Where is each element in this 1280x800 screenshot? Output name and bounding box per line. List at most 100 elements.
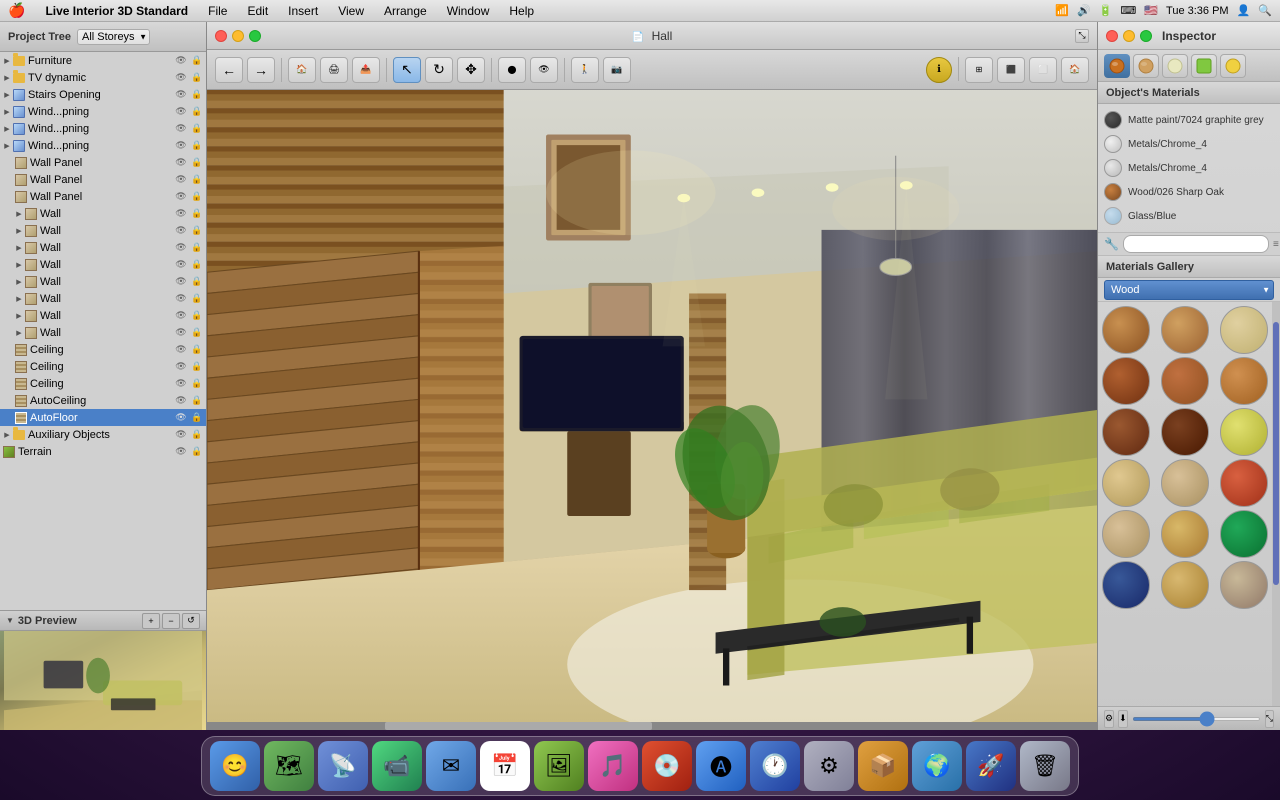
zoom-out-button[interactable]: −	[162, 613, 180, 629]
eye-action-icon[interactable]: 👁	[174, 394, 188, 408]
lock-action-icon[interactable]: 🔒	[190, 292, 204, 306]
tree-item-ceiling3[interactable]: Ceiling 👁 🔒	[0, 375, 206, 392]
eye-action-icon[interactable]: 👁	[174, 445, 188, 459]
app-name-menu[interactable]: Live Interior 3D Standard	[41, 4, 192, 18]
gallery-size-slider[interactable]	[1132, 717, 1261, 721]
material-row-2[interactable]: Metals/Chrome_4	[1104, 132, 1274, 156]
insp-maximize-button[interactable]	[1140, 30, 1152, 42]
gallery-category-select[interactable]: Wood Metals Stone Fabric Glass Paint	[1104, 280, 1274, 300]
dock-network[interactable]: 📡	[318, 741, 368, 791]
lock-action-icon[interactable]: 🔒	[190, 309, 204, 323]
viewport-scrollbar-h[interactable]	[207, 722, 1097, 730]
person-button[interactable]: 🚶	[571, 57, 599, 83]
maximize-button[interactable]	[249, 30, 261, 42]
gallery-scrollbar-thumb[interactable]	[1273, 322, 1279, 585]
eye-action-icon[interactable]: 👁	[174, 428, 188, 442]
eye-action-icon[interactable]: 👁	[174, 292, 188, 306]
gallery-select-wrapper[interactable]: Wood Metals Stone Fabric Glass Paint ▼	[1104, 280, 1274, 300]
scrollbar-thumb-h[interactable]	[385, 722, 652, 730]
tree-item-wall3[interactable]: ▶ Wall 👁 🔒	[0, 239, 206, 256]
dock-appstore[interactable]: 🅐	[696, 741, 746, 791]
lock-action-icon[interactable]: 🔒	[190, 445, 204, 459]
gallery-item-13[interactable]	[1102, 510, 1150, 558]
eye-action-icon[interactable]: 👁	[174, 377, 188, 391]
eye-action-icon[interactable]: 👁	[174, 105, 188, 119]
gallery-item-1[interactable]	[1102, 306, 1150, 354]
tree-item-stairs[interactable]: ▶ Stairs Opening 👁 🔒	[0, 86, 206, 103]
zoom-in-button[interactable]: +	[142, 613, 160, 629]
dock-clock[interactable]: 🕐	[750, 741, 800, 791]
search-icon[interactable]: 🔍	[1258, 4, 1272, 17]
view-split-button[interactable]: ⬜	[1029, 57, 1057, 83]
keyboard-icon[interactable]: ⌨	[1120, 4, 1136, 17]
tree-item-ceiling2[interactable]: Ceiling 👁 🔒	[0, 358, 206, 375]
lock-action-icon[interactable]: 🔒	[190, 71, 204, 85]
tree-item-wall1[interactable]: ▶ Wall 👁 🔒	[0, 205, 206, 222]
flag-icon[interactable]: 🇺🇸	[1144, 4, 1158, 17]
edit-menu[interactable]: Edit	[243, 4, 272, 18]
gallery-item-2[interactable]	[1161, 306, 1209, 354]
eye-action-icon[interactable]: 👁	[174, 207, 188, 221]
eye-action-icon[interactable]: 👁	[174, 309, 188, 323]
share-button[interactable]: 📤	[352, 57, 380, 83]
sphere-tab[interactable]	[1133, 54, 1159, 78]
viewport[interactable]	[207, 90, 1097, 730]
tree-item-furniture[interactable]: ▶ Furniture 👁 🔒	[0, 52, 206, 69]
storeys-button[interactable]: 🏠	[288, 57, 316, 83]
view3d-button[interactable]: ⬛	[997, 57, 1025, 83]
lock-action-icon[interactable]: 🔒	[190, 394, 204, 408]
gallery-item-17[interactable]	[1161, 561, 1209, 609]
wifi-icon[interactable]: 📶	[1055, 4, 1069, 17]
dock-finder[interactable]: 😊	[210, 741, 260, 791]
battery-icon[interactable]: 🔋	[1099, 4, 1113, 17]
dock-unknown[interactable]: 📦	[858, 741, 908, 791]
preview-viewport[interactable]	[0, 631, 206, 730]
dock-facetime[interactable]: 📹	[372, 741, 422, 791]
eye-action-icon[interactable]: 👁	[174, 224, 188, 238]
eye-action-icon[interactable]: 👁	[174, 190, 188, 204]
close-button[interactable]	[215, 30, 227, 42]
eye-action-icon[interactable]: 👁	[174, 88, 188, 102]
view-home-button[interactable]: 🏠	[1061, 57, 1089, 83]
tree-items[interactable]: ▶ Furniture 👁 🔒 ▶ TV dynamic 👁 🔒	[0, 52, 206, 610]
material-row-3[interactable]: Metals/Chrome_4	[1104, 156, 1274, 180]
gallery-item-14[interactable]	[1161, 510, 1209, 558]
tree-item-wall7[interactable]: ▶ Wall 👁 🔒	[0, 307, 206, 324]
dock-maps[interactable]: 🗺	[264, 741, 314, 791]
gallery-item-10[interactable]	[1102, 459, 1150, 507]
gallery-scroll-area[interactable]	[1098, 302, 1280, 706]
material-row-4[interactable]: Wood/026 Sharp Oak	[1104, 180, 1274, 204]
lock-action-icon[interactable]: 🔒	[190, 326, 204, 340]
tree-item-wall5[interactable]: ▶ Wall 👁 🔒	[0, 273, 206, 290]
forward-button[interactable]: →	[247, 57, 275, 83]
user-icon[interactable]: 👤	[1237, 4, 1251, 17]
lock-action-icon[interactable]: 🔒	[190, 360, 204, 374]
back-button[interactable]: ←	[215, 57, 243, 83]
tree-item-autoceiling[interactable]: AutoCeiling 👁 🔒	[0, 392, 206, 409]
lock-action-icon[interactable]: 🔒	[190, 105, 204, 119]
eye-action-icon[interactable]: 👁	[174, 156, 188, 170]
gallery-item-4[interactable]	[1102, 357, 1150, 405]
eye-action-icon[interactable]: 👁	[174, 326, 188, 340]
dock-calendar[interactable]: 📅	[480, 741, 530, 791]
print-button[interactable]: 🖨	[320, 57, 348, 83]
arrange-menu[interactable]: Arrange	[380, 4, 431, 18]
material-search-input[interactable]	[1123, 235, 1269, 253]
eye-action-icon[interactable]: 👁	[174, 139, 188, 153]
scene-tab[interactable]	[1191, 54, 1217, 78]
tree-item-wind1[interactable]: ▶ Wind...pning 👁 🔒	[0, 103, 206, 120]
lock-action-icon[interactable]: 🔒	[190, 241, 204, 255]
gallery-item-16[interactable]	[1102, 561, 1150, 609]
lock-action-icon[interactable]: 🔒	[190, 224, 204, 238]
material-row-5[interactable]: Glass/Blue	[1104, 204, 1274, 228]
insp-close-button[interactable]	[1106, 30, 1118, 42]
gallery-item-6[interactable]	[1220, 357, 1268, 405]
dock-trash[interactable]: 🗑	[1020, 741, 1070, 791]
tree-item-ceiling1[interactable]: Ceiling 👁 🔒	[0, 341, 206, 358]
fit-button[interactable]: ↺	[182, 613, 200, 629]
tree-item-wallpanel1[interactable]: Wall Panel 👁 🔒	[0, 154, 206, 171]
storeys-select-wrapper[interactable]: All Storeys ▼	[77, 29, 150, 45]
info-button[interactable]: ℹ	[926, 57, 952, 83]
eye-action-icon[interactable]: 👁	[174, 343, 188, 357]
tree-item-terrain[interactable]: Terrain 👁 🔒	[0, 443, 206, 460]
